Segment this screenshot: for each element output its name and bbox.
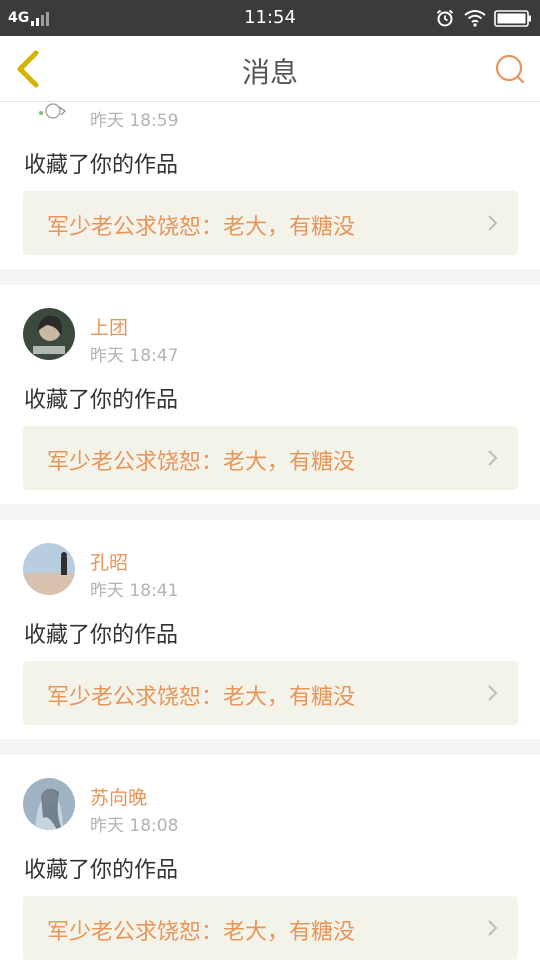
avatar[interactable] — [23, 778, 75, 830]
page-title: 消息 — [241, 56, 298, 89]
timestamp: 昨天 18:47 — [90, 346, 179, 366]
work-link[interactable]: 军少老公求饶恕：老大，有糖没 — [23, 191, 518, 255]
message-item: 孔昭 昨天 18:41 收藏了你的作品 军少老公求饶恕：老大，有糖没 — [0, 520, 540, 739]
nav-bar: 消息 — [0, 36, 540, 102]
timestamp: 昨天 18:41 — [90, 581, 179, 601]
status-bar: 4G 11:54 — [0, 0, 540, 36]
work-link[interactable]: 军少老公求饶恕：老大，有糖没 — [23, 896, 518, 960]
work-title: 军少老公求饶恕：老大，有糖没 — [47, 215, 356, 240]
work-title: 军少老公求饶恕：老大，有糖没 — [47, 450, 356, 475]
work-link[interactable]: 军少老公求饶恕：老大，有糖没 — [23, 661, 518, 725]
avatar[interactable] — [23, 102, 75, 123]
action-text: 收藏了你的作品 — [24, 858, 179, 883]
alarm-icon — [436, 9, 454, 27]
chevron-right-icon — [488, 685, 498, 701]
work-title: 军少老公求饶恕：老大，有糖没 — [47, 920, 356, 945]
username[interactable]: 孔昭 — [90, 548, 128, 575]
work-title: 军少老公求饶恕：老大，有糖没 — [47, 685, 356, 710]
username[interactable]: 上团 — [90, 313, 128, 340]
action-text: 收藏了你的作品 — [24, 388, 179, 413]
message-list[interactable]: 昨天 18:59 收藏了你的作品 军少老公求饶恕：老大，有糖没 上团 昨天 18… — [0, 102, 540, 960]
clock: 11:54 — [244, 7, 296, 28]
work-link[interactable]: 军少老公求饶恕：老大，有糖没 — [23, 426, 518, 490]
battery-icon — [494, 10, 531, 27]
message-item: 苏向晚 昨天 18:08 收藏了你的作品 军少老公求饶恕：老大，有糖没 — [0, 755, 540, 960]
message-item: 昨天 18:59 收藏了你的作品 军少老公求饶恕：老大，有糖没 — [0, 102, 540, 269]
username[interactable]: 苏向晚 — [90, 783, 147, 810]
avatar[interactable] — [23, 308, 75, 360]
timestamp: 昨天 18:08 — [90, 816, 179, 836]
message-item: 上团 昨天 18:47 收藏了你的作品 军少老公求饶恕：老大，有糖没 — [0, 285, 540, 504]
action-text: 收藏了你的作品 — [24, 153, 179, 178]
chevron-right-icon — [488, 215, 498, 231]
search-icon[interactable] — [494, 53, 526, 85]
chevron-right-icon — [488, 450, 498, 466]
wifi-icon — [464, 10, 486, 27]
chevron-right-icon — [488, 920, 498, 936]
timestamp: 昨天 18:59 — [90, 111, 179, 131]
avatar[interactable] — [23, 543, 75, 595]
action-text: 收藏了你的作品 — [24, 623, 179, 648]
